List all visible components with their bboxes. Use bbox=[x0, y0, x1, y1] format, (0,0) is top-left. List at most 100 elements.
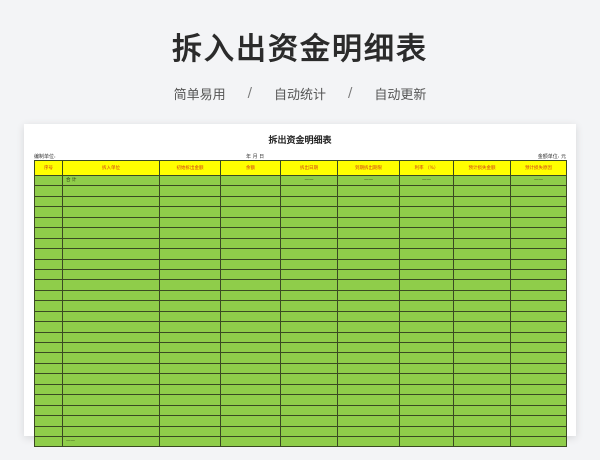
table-cell[interactable] bbox=[399, 195, 454, 208]
table-cell[interactable] bbox=[337, 435, 400, 448]
table-cell[interactable] bbox=[453, 373, 511, 385]
table-cell[interactable] bbox=[510, 321, 567, 333]
table-cell[interactable] bbox=[399, 362, 454, 375]
table-cell[interactable] bbox=[220, 289, 281, 302]
table-cell[interactable] bbox=[159, 373, 221, 385]
table-cell[interactable] bbox=[399, 321, 454, 333]
table-cell[interactable] bbox=[159, 185, 221, 197]
table-cell[interactable] bbox=[337, 195, 400, 208]
table-cell[interactable] bbox=[62, 321, 160, 333]
table-cell[interactable] bbox=[337, 268, 400, 281]
table-cell[interactable] bbox=[220, 352, 281, 364]
table-cell[interactable] bbox=[159, 362, 221, 375]
table-cell[interactable] bbox=[34, 394, 63, 406]
table-cell[interactable] bbox=[337, 237, 400, 250]
table-cell[interactable] bbox=[399, 341, 454, 354]
table-cell[interactable] bbox=[510, 435, 567, 448]
col-header-date[interactable]: 拆出日期 bbox=[280, 160, 338, 176]
table-cell[interactable] bbox=[510, 352, 567, 364]
table-cell[interactable] bbox=[399, 352, 454, 364]
table-cell[interactable] bbox=[220, 258, 281, 270]
table-cell[interactable] bbox=[159, 279, 221, 291]
table-cell[interactable] bbox=[399, 216, 454, 229]
table-cell[interactable] bbox=[510, 237, 567, 250]
table-cell[interactable] bbox=[453, 227, 511, 239]
table-cell[interactable] bbox=[453, 216, 511, 229]
table-cell[interactable] bbox=[337, 373, 400, 385]
table-cell[interactable] bbox=[34, 206, 63, 218]
table-cell[interactable] bbox=[453, 352, 511, 364]
table-cell[interactable] bbox=[34, 237, 63, 250]
table-cell[interactable] bbox=[453, 237, 511, 250]
table-cell[interactable] bbox=[399, 289, 454, 302]
table-cell[interactable] bbox=[280, 383, 338, 396]
table-cell[interactable] bbox=[399, 415, 454, 427]
table-cell[interactable] bbox=[337, 415, 400, 427]
table-cell[interactable] bbox=[453, 185, 511, 197]
table-cell[interactable] bbox=[337, 300, 400, 312]
col-header-rate[interactable]: 利率 （%） bbox=[399, 160, 454, 176]
table-cell[interactable] bbox=[510, 227, 567, 239]
table-cell[interactable] bbox=[159, 341, 221, 354]
table-cell[interactable] bbox=[399, 310, 454, 323]
table-cell[interactable] bbox=[159, 289, 221, 302]
table-cell[interactable] bbox=[510, 331, 567, 344]
table-cell[interactable] bbox=[453, 331, 511, 344]
table-cell[interactable] bbox=[399, 185, 454, 197]
table-cell[interactable] bbox=[280, 310, 338, 323]
table-cell[interactable] bbox=[453, 268, 511, 281]
table-cell[interactable] bbox=[510, 362, 567, 375]
table-cell[interactable] bbox=[34, 415, 63, 427]
table-cell[interactable] bbox=[62, 404, 160, 417]
table-cell[interactable] bbox=[220, 174, 281, 187]
table-cell[interactable] bbox=[34, 425, 63, 437]
table-cell[interactable] bbox=[62, 206, 160, 218]
table-cell[interactable] bbox=[62, 383, 160, 396]
table-cell[interactable] bbox=[337, 425, 400, 437]
table-cell[interactable] bbox=[34, 300, 63, 312]
table-cell[interactable] bbox=[280, 206, 338, 218]
table-cell[interactable] bbox=[337, 185, 400, 197]
table-cell[interactable] bbox=[337, 352, 400, 364]
table-cell[interactable] bbox=[220, 331, 281, 344]
table-cell[interactable] bbox=[62, 300, 160, 312]
table-cell[interactable] bbox=[337, 341, 400, 354]
table-cell[interactable] bbox=[399, 373, 454, 385]
table-cell[interactable] bbox=[34, 174, 63, 187]
table-cell[interactable] bbox=[399, 237, 454, 250]
table-cell[interactable] bbox=[220, 383, 281, 396]
table-cell[interactable] bbox=[159, 174, 221, 187]
table-cell[interactable] bbox=[220, 206, 281, 218]
table-cell[interactable] bbox=[34, 289, 63, 302]
table-cell[interactable] bbox=[510, 300, 567, 312]
table-cell[interactable] bbox=[34, 216, 63, 229]
table-cell[interactable] bbox=[62, 331, 160, 344]
table-cell[interactable] bbox=[510, 216, 567, 229]
table-cell[interactable] bbox=[399, 268, 454, 281]
table-cell[interactable] bbox=[337, 331, 400, 344]
table-cell[interactable] bbox=[62, 362, 160, 375]
table-cell[interactable] bbox=[34, 362, 63, 375]
table-cell[interactable] bbox=[220, 373, 281, 385]
table-cell[interactable] bbox=[34, 195, 63, 208]
table-cell[interactable] bbox=[337, 321, 400, 333]
table-cell[interactable] bbox=[34, 279, 63, 291]
col-header-loss-reason[interactable]: 预计损失原因 bbox=[510, 160, 567, 176]
table-cell[interactable] bbox=[34, 248, 63, 260]
table-cell[interactable] bbox=[280, 435, 338, 448]
table-cell[interactable] bbox=[453, 435, 511, 448]
col-header-term[interactable]: 到期拆出期限 bbox=[337, 160, 400, 176]
table-cell[interactable] bbox=[453, 174, 511, 187]
table-cell[interactable] bbox=[34, 227, 63, 239]
table-cell[interactable] bbox=[280, 415, 338, 427]
table-cell[interactable] bbox=[220, 321, 281, 333]
table-cell[interactable] bbox=[34, 331, 63, 344]
col-header-index[interactable]: 序号 bbox=[34, 160, 63, 176]
table-cell[interactable] bbox=[337, 310, 400, 323]
table-cell[interactable] bbox=[280, 248, 338, 260]
table-cell[interactable] bbox=[34, 341, 63, 354]
table-cell[interactable] bbox=[159, 394, 221, 406]
table-cell[interactable] bbox=[510, 279, 567, 291]
col-header-initial-amount[interactable]: 初始拆出金额 bbox=[159, 160, 221, 176]
table-cell[interactable] bbox=[453, 362, 511, 375]
